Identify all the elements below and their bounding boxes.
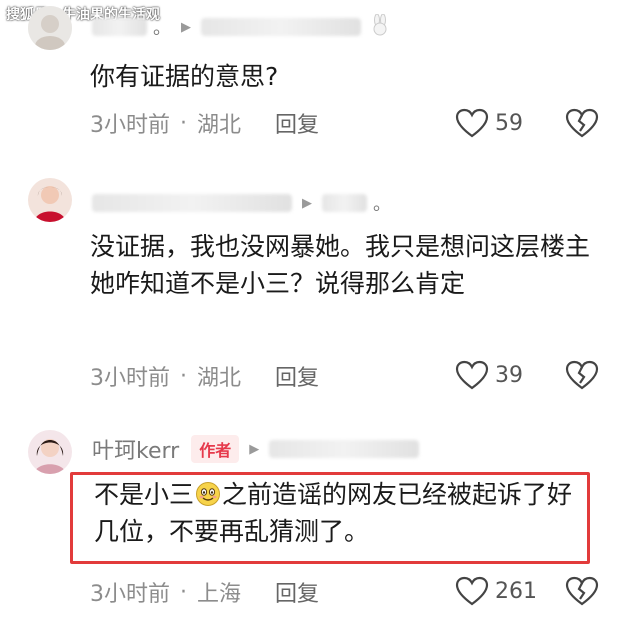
avatar[interactable] — [28, 430, 72, 474]
blurred-username — [92, 18, 147, 36]
reply-button[interactable]: 回复 — [275, 576, 319, 608]
highlight-box — [70, 472, 590, 564]
comment-time: 3小时前 — [90, 366, 170, 391]
comment-text: 没证据，我也没网暴她。我只是想问这层楼主她咋知道不是小三？说得那么肯定 — [90, 232, 591, 298]
comment-location: 湖北 — [197, 113, 242, 138]
comment-text: 你有证据的意思? — [90, 62, 279, 91]
avatar-image — [28, 6, 72, 50]
triangle-right-icon: ▶ — [249, 441, 260, 457]
author-badge: 作者 — [191, 435, 240, 463]
comment-location: 上海 — [197, 582, 242, 607]
blurred-username — [322, 194, 367, 212]
dislike-button[interactable] — [565, 360, 599, 394]
triangle-right-icon: ▶ — [181, 19, 191, 35]
meta-separator: · — [180, 363, 187, 389]
broken-heart-icon — [565, 360, 599, 390]
triangle-right-icon: ▶ — [302, 195, 312, 211]
dot-separator: 。 — [153, 18, 171, 39]
comment-time: 3小时前 — [90, 582, 170, 607]
dislike-button[interactable] — [565, 108, 599, 142]
comment-location: 湖北 — [197, 366, 242, 391]
broken-heart-icon — [565, 576, 599, 606]
like-count: 59 — [495, 110, 523, 136]
like-button[interactable]: 261 — [455, 576, 537, 606]
meta-separator: · — [180, 110, 187, 136]
heart-outline-icon — [455, 360, 489, 390]
like-button[interactable]: 39 — [455, 360, 523, 390]
dislike-button[interactable] — [565, 576, 599, 610]
avatar[interactable] — [28, 6, 72, 50]
comment-item-1: 。 ▶ 你有证据的意思? 3小时前 · 湖北 回复 59 — [0, 0, 620, 160]
broken-heart-icon — [565, 108, 599, 138]
heart-outline-icon — [455, 576, 489, 606]
reply-button[interactable]: 回复 — [275, 107, 319, 139]
blurred-username — [92, 194, 292, 212]
heart-outline-icon — [455, 108, 489, 138]
comment-time: 3小时前 — [90, 113, 170, 138]
rabbit-icon — [369, 13, 391, 40]
like-count: 39 — [495, 362, 523, 388]
blurred-text — [269, 440, 420, 458]
avatar-image — [28, 178, 72, 222]
like-count: 261 — [495, 578, 537, 604]
comment-item-2: ▶ 。 没证据，我也没网暴她。我只是想问这层楼主她咋知道不是小三？说得那么肯定 … — [0, 170, 620, 410]
dot-separator: 。 — [373, 194, 391, 215]
blurred-username — [201, 18, 361, 36]
username[interactable]: 叶珂kerr — [92, 433, 179, 465]
username-row: ▶ 。 — [92, 188, 391, 218]
username-row: 。 ▶ — [92, 12, 391, 42]
avatar-image — [28, 430, 72, 474]
username-row: 叶珂kerr 作者 ▶ — [92, 433, 420, 465]
comment-meta: 3小时前 · 湖北 回复 — [90, 359, 610, 393]
avatar[interactable] — [28, 178, 72, 222]
meta-separator: · — [180, 579, 187, 605]
reply-button[interactable]: 回复 — [275, 360, 319, 392]
comment-meta: 3小时前 · 湖北 回复 — [90, 106, 610, 140]
like-button[interactable]: 59 — [455, 108, 523, 138]
